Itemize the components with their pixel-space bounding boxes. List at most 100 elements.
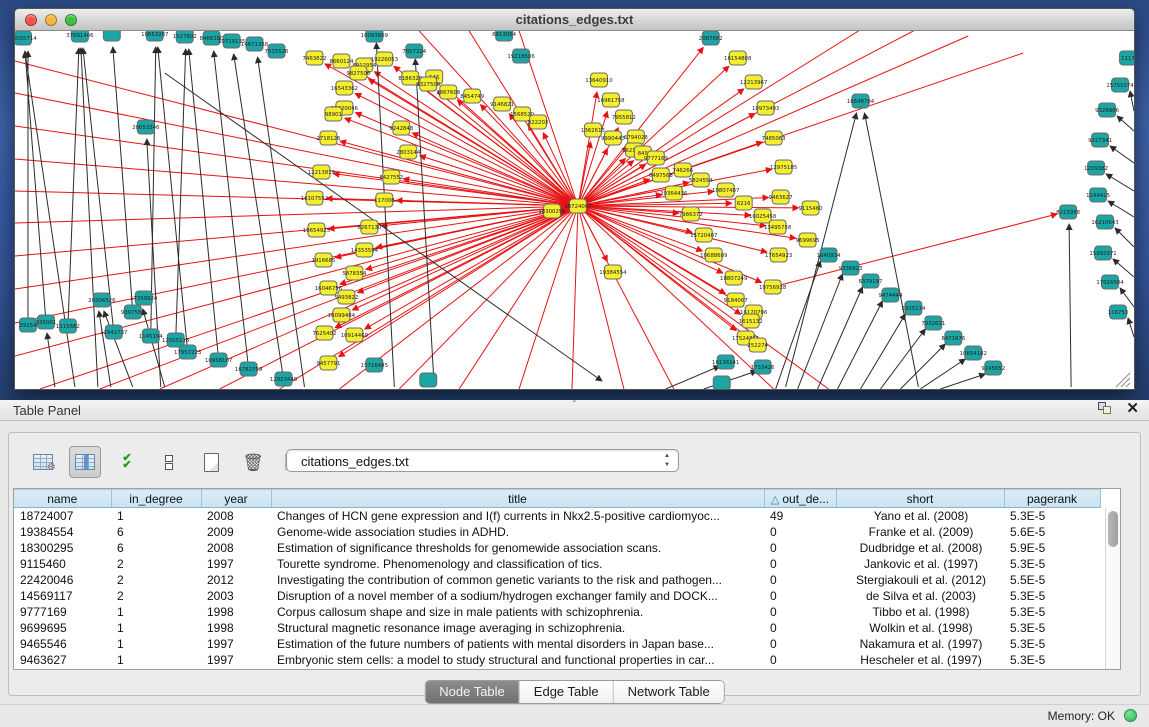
citation-edge-black[interactable]	[176, 49, 186, 340]
graph-node[interactable]: 8660124	[329, 54, 353, 68]
table-cell[interactable]: 5.9E-5	[1004, 540, 1100, 556]
graph-node[interactable]: 16961758	[597, 93, 625, 107]
table-cell[interactable]: 9463627	[14, 652, 111, 668]
graph-node[interactable]: 2718126	[316, 131, 340, 145]
graph-node[interactable]: 2935114	[901, 301, 925, 315]
citation-edge-black[interactable]	[1108, 201, 1134, 217]
citation-edge-black[interactable]	[376, 43, 394, 387]
col-year[interactable]: year	[201, 490, 271, 508]
table-cell[interactable]: 1998	[201, 620, 271, 636]
graph-node[interactable]: 116753	[1108, 305, 1129, 319]
table-cell[interactable]: 9115460	[14, 556, 111, 572]
col-name[interactable]: name	[14, 490, 111, 508]
graph-node[interactable]: 1640934	[817, 248, 841, 262]
graph-node[interactable]: 10653287	[141, 31, 168, 41]
table-cell[interactable]: 2003	[201, 588, 271, 604]
table-cell[interactable]: 2	[111, 556, 201, 572]
table-cell[interactable]: 1	[111, 604, 201, 620]
tab-network-table[interactable]: Network Table	[614, 681, 724, 703]
graph-node[interactable]: 9227341	[1088, 133, 1112, 147]
graph-node[interactable]: 14055714	[15, 31, 37, 45]
scrollbar-thumb[interactable]	[1108, 511, 1118, 547]
new-table-button[interactable]	[195, 446, 227, 478]
table-cell[interactable]: Jankovic et al. (1997)	[836, 556, 1004, 572]
citation-edge-black[interactable]	[1113, 259, 1134, 277]
graph-node[interactable]: 1209382	[1084, 161, 1108, 175]
graph-node[interactable]: 8427552	[379, 170, 403, 184]
graph-node[interactable]: 15992971	[1089, 246, 1116, 260]
graph-node[interactable]: 5878354	[342, 266, 366, 280]
citation-edge-black[interactable]	[189, 49, 219, 360]
table-cell[interactable]: Estimation of significance thresholds fo…	[271, 540, 764, 556]
graph-node[interactable]: 9146821	[490, 97, 514, 111]
citation-edge-black[interactable]	[214, 51, 249, 369]
table-cell[interactable]: 6	[111, 524, 201, 540]
table-cell[interactable]: Yano et al. (2008)	[836, 508, 1004, 524]
graph-node[interactable]: 7857224	[402, 44, 426, 58]
graph-node[interactable]: 20206526	[88, 293, 116, 307]
table-cell[interactable]: 1997	[201, 636, 271, 652]
table-cell[interactable]: Disruption of a novel member of a sodium…	[271, 588, 764, 604]
citation-edge-black[interactable]	[113, 47, 133, 312]
citation-edge-red[interactable]	[15, 93, 578, 206]
delete-table-button[interactable]: 🗑︎	[237, 446, 269, 478]
graph-node[interactable]: 9777169	[644, 151, 668, 165]
table-cell[interactable]: 0	[764, 540, 836, 556]
table-row[interactable]: 1872400712008Changes of HCN gene express…	[14, 508, 1100, 524]
table-cell[interactable]: 0	[764, 604, 836, 620]
citation-edge-black[interactable]	[415, 59, 434, 387]
graph-node[interactable]: 9699695	[796, 233, 820, 247]
table-cell[interactable]: Investigating the contribution of common…	[271, 572, 764, 588]
citation-edge-black[interactable]	[880, 329, 925, 389]
citation-edge-black[interactable]	[158, 47, 188, 352]
tab-edge-table[interactable]: Edge Table	[520, 681, 614, 703]
table-row[interactable]: 969969511998Structural magnetic resonanc…	[14, 620, 1100, 636]
table-cell[interactable]: 22420046	[14, 572, 111, 588]
citation-edge-black[interactable]	[25, 52, 75, 387]
graph-node[interactable]: 19756928	[759, 280, 787, 294]
graph-node[interactable]: 16136141	[712, 355, 739, 369]
table-selector-dropdown[interactable]: citations_edges.txt ▲▼	[286, 449, 679, 472]
graph-node[interactable]: 7932621	[921, 316, 945, 330]
table-cell[interactable]: 9465546	[14, 636, 111, 652]
splitter-handle[interactable]: ⌃	[571, 401, 580, 407]
graph-node[interactable]: 6497568	[649, 168, 673, 182]
table-cell[interactable]: 0	[764, 636, 836, 652]
graph-node[interactable]: 7463822	[302, 51, 326, 65]
table-row[interactable]: 1938455462009Genome-wide association stu…	[14, 524, 1100, 540]
memory-ok-indicator[interactable]	[1124, 709, 1137, 722]
network-view-window[interactable]: citations_edges.txt 14055714376914061065…	[14, 8, 1135, 390]
table-row[interactable]: 1830029562008Estimation of significance …	[14, 540, 1100, 556]
table-cell[interactable]: Tourette syndrome. Phenomenology and cla…	[271, 556, 764, 572]
graph-node[interactable]: 1145194	[139, 329, 163, 343]
table-cell[interactable]: Genome-wide association studies in ADHD.	[271, 524, 764, 540]
citation-edge-black[interactable]	[104, 311, 133, 387]
citation-edge-black[interactable]	[860, 314, 905, 389]
citation-edge-red[interactable]	[419, 31, 578, 206]
col-in-degree[interactable]: in_degree	[111, 490, 201, 508]
graph-node[interactable]: 8813054	[492, 31, 516, 41]
graph-node[interactable]: 8215958	[1056, 205, 1080, 219]
graph-node[interactable]: 9463627	[769, 190, 793, 204]
graph-node[interactable]: 17016504	[1096, 275, 1124, 289]
table-cell[interactable]: 1997	[201, 556, 271, 572]
graph-node[interactable]: 12213967	[740, 75, 767, 89]
table-cell[interactable]: 1997	[201, 652, 271, 668]
graph-node[interactable]: 9245652	[981, 361, 1005, 375]
table-cell[interactable]: 5.3E-5	[1004, 604, 1100, 620]
graph-node[interactable]: 19654925	[303, 223, 330, 237]
citation-edge-black[interactable]	[838, 301, 883, 389]
graph-node[interactable]: 5824554	[689, 173, 713, 187]
citation-edge-black[interactable]	[258, 57, 305, 387]
table-cell[interactable]: 1	[111, 508, 201, 524]
citation-edge-red[interactable]	[15, 61, 578, 206]
graph-node[interactable]: 16782759	[235, 362, 263, 376]
table-cell[interactable]: de Silva et al. (2003)	[836, 588, 1004, 604]
graph-node[interactable]: 6216	[735, 196, 752, 210]
table-cell[interactable]: 5.3E-5	[1004, 556, 1100, 572]
col-pagerank[interactable]: pagerank	[1004, 490, 1100, 508]
table-cell[interactable]: Dudbridge et al. (2008)	[836, 540, 1004, 556]
table-cell[interactable]: 5.3E-5	[1004, 636, 1100, 652]
table-cell[interactable]: Corpus callosum shape and size in male p…	[271, 604, 764, 620]
citation-edge-red[interactable]	[15, 206, 578, 289]
